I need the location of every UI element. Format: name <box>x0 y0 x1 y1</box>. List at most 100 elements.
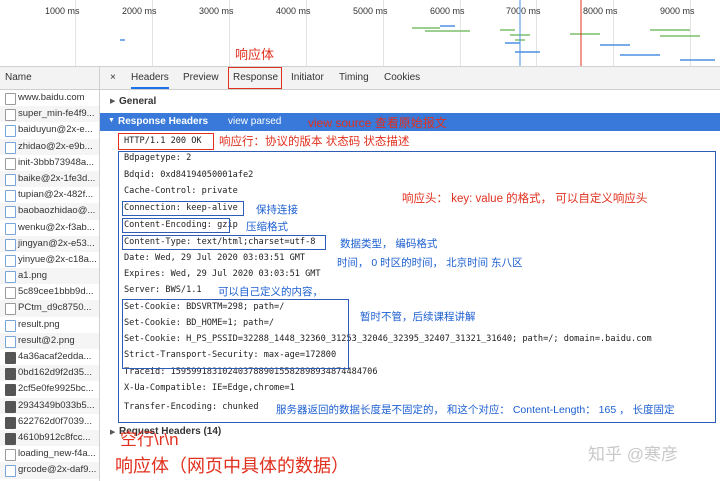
cookies-annotation: 暂时不管，后续课程讲解 <box>360 311 476 323</box>
response-tab-highlight <box>228 67 282 89</box>
request-row[interactable]: zhidao@2x-e9b... <box>0 138 99 155</box>
header-format-annotation: 响应头： key: value 的格式， 可以自定义响应头 <box>402 193 648 205</box>
request-row[interactable]: 0bd162d9f2d35... <box>0 365 99 382</box>
image-icon <box>5 238 16 251</box>
request-name: super_min-fe4f9... <box>18 108 95 120</box>
request-name: 4a36acaf2edda... <box>18 351 92 362</box>
response-body-annotation: 响应体 <box>235 47 275 62</box>
request-name: baike@2x-1fe3d... <box>18 172 96 184</box>
response-headers-bar[interactable]: ▼ Response Headers view parsed view sour… <box>100 113 720 131</box>
request-row[interactable]: baike@2x-1fe3d... <box>0 170 99 188</box>
encoding-box <box>122 218 230 233</box>
triangle-down-icon: ▼ <box>108 117 115 124</box>
request-row[interactable]: loading_new-f4a... <box>0 446 99 462</box>
request-row[interactable]: PCtm_d9c8750... <box>0 300 99 317</box>
document-icon <box>5 93 16 105</box>
request-row[interactable]: baiduyun@2x-e... <box>0 122 99 138</box>
keep-alive-annotation: 保持连接 <box>256 204 298 216</box>
request-row[interactable]: a1.png <box>0 268 99 285</box>
request-row[interactable]: 4610b912c8fcc... <box>0 429 99 447</box>
date-annotation: 时间， 0 时区的时间， 北京时间 东八区 <box>337 257 523 269</box>
dark-image-icon <box>5 400 16 413</box>
request-row[interactable]: init-3bbb73948a... <box>0 155 99 171</box>
request-name: 2934349b033b5... <box>18 399 95 411</box>
response-header-line: Expires: Wed, 29 Jul 2020 03:03:51 GMT <box>124 269 321 279</box>
request-name: 2cf5e0fe9925bc... <box>18 383 94 395</box>
dark-image-icon <box>5 368 16 381</box>
request-row[interactable]: wenku@2x-f3ab... <box>0 220 99 236</box>
request-row[interactable]: jingyan@2x-e53... <box>0 235 99 252</box>
status-line-annotation: 响应行：协议的版本 状态码 状态描述 <box>219 136 410 148</box>
request-row[interactable]: 4a36acaf2edda... <box>0 349 99 365</box>
request-name: jingyan@2x-e53... <box>18 237 95 249</box>
response-header-line: X-Ua-Compatible: IE=Edge,chrome=1 <box>124 383 295 393</box>
document-icon <box>5 303 16 316</box>
image-icon <box>5 141 16 154</box>
close-icon[interactable]: × <box>110 67 116 89</box>
content-type-box <box>122 235 326 250</box>
tab-initiator[interactable]: Initiator <box>291 67 324 89</box>
request-name: result@2.png <box>18 334 75 346</box>
request-row[interactable]: yinyue@2x-c18a... <box>0 252 99 268</box>
detail-tabbar: × Headers Preview Response Initiator Tim… <box>100 67 720 90</box>
request-name: a1.png <box>18 270 48 282</box>
response-header-line: Date: Wed, 29 Jul 2020 03:03:51 GMT <box>124 253 306 263</box>
server-annotation: 可以自己定义的内容， <box>218 286 323 298</box>
document-icon <box>5 287 16 300</box>
request-row[interactable]: result.png <box>0 317 99 333</box>
request-row[interactable]: www.baidu.com <box>0 90 99 106</box>
request-name: 622762d0f7039... <box>18 415 92 427</box>
view-parsed-link[interactable]: view parsed <box>228 116 281 127</box>
request-row[interactable]: 622762d0f7039... <box>0 414 99 430</box>
timeline-overview[interactable]: 1000 ms 2000 ms 3000 ms 4000 ms 5000 ms 6000 … <box>0 0 720 67</box>
request-name: wenku@2x-f3ab... <box>18 221 95 233</box>
request-name: grcode@2x-daf9... <box>18 464 97 476</box>
request-row[interactable]: baobaozhidao@... <box>0 203 99 220</box>
request-name: init-3bbb73948a... <box>18 156 95 168</box>
dark-image-icon <box>5 352 16 364</box>
blank-line-annotation: 空行\r\n <box>120 430 179 449</box>
request-row[interactable]: super_min-fe4f9... <box>0 106 99 123</box>
status-line: HTTP/1.1 200 OK <box>124 136 202 146</box>
waterfall-graph <box>120 0 715 66</box>
view-source-annotation: view source 查看原始报文 <box>308 116 447 130</box>
request-name: baiduyun@2x-e... <box>18 124 93 136</box>
request-row[interactable]: grcode@2x-daf9... <box>0 462 99 479</box>
request-row[interactable]: result@2.png <box>0 332 99 349</box>
general-section[interactable]: General <box>119 96 156 107</box>
image-icon <box>5 271 16 284</box>
dark-image-icon <box>5 416 16 429</box>
image-icon <box>5 335 16 348</box>
triangle-right-icon[interactable]: ▶ <box>110 97 115 105</box>
name-column-header[interactable]: Name <box>0 67 99 90</box>
request-name: 5c89cee1bbb9d... <box>18 286 94 298</box>
request-list: Name www.baidu.com super_min-fe4f9...baid… <box>0 67 100 481</box>
image-icon <box>5 173 16 186</box>
triangle-right-icon[interactable]: ▶ <box>110 428 115 436</box>
image-icon <box>5 465 16 478</box>
tab-cookies[interactable]: Cookies <box>384 67 420 89</box>
request-row[interactable]: 5c89cee1bbb9d... <box>0 284 99 300</box>
request-row[interactable]: 2cf5e0fe9925bc... <box>0 381 99 397</box>
content-type-annotation: 数据类型， 编码格式 <box>340 238 438 250</box>
request-name: loading_new-f4a... <box>18 448 96 460</box>
gzip-annotation: 压缩格式 <box>246 221 288 233</box>
dark-image-icon <box>5 432 16 445</box>
request-name: result.png <box>18 318 60 330</box>
dark-image-icon <box>5 384 16 397</box>
request-row[interactable]: 2934349b033b5... <box>0 397 99 414</box>
document-icon <box>5 109 16 122</box>
response-header-line: Bdpagetype: 2 <box>124 153 192 163</box>
image-icon <box>5 206 16 219</box>
cookies-box <box>122 299 349 369</box>
request-name: www.baidu.com <box>18 92 85 103</box>
image-icon <box>5 254 16 267</box>
image-icon <box>5 190 16 203</box>
request-name: baobaozhidao@... <box>18 205 96 217</box>
tab-headers[interactable]: Headers <box>131 67 169 89</box>
request-name: PCtm_d9c8750... <box>18 302 92 314</box>
tab-preview[interactable]: Preview <box>183 67 219 89</box>
response-headers-title: Response Headers <box>118 116 209 127</box>
request-row[interactable]: tupian@2x-482f... <box>0 187 99 203</box>
tab-timing[interactable]: Timing <box>339 67 369 89</box>
